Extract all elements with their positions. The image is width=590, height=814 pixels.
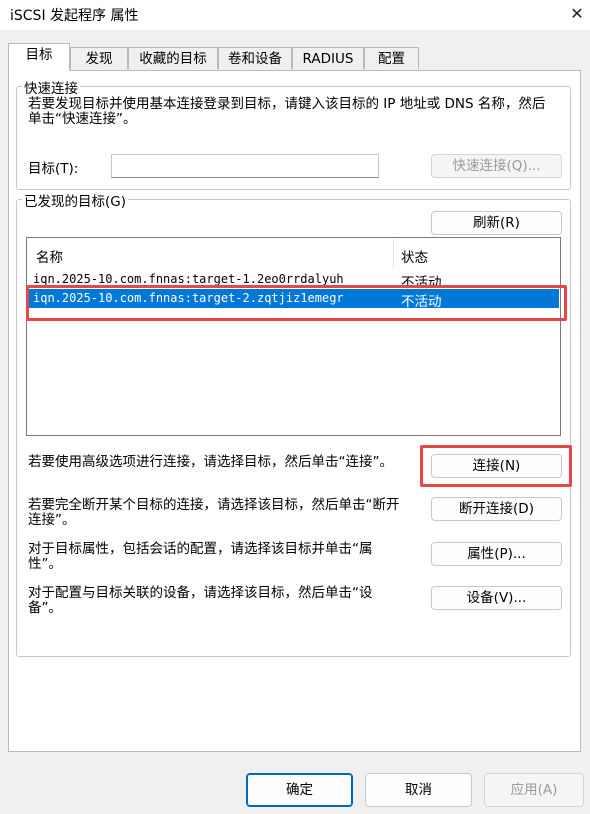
column-divider <box>393 239 394 267</box>
properties-button[interactable]: 属性(P)... <box>431 542 562 566</box>
ok-button[interactable]: 确定 <box>246 773 353 807</box>
connect-description: 若要使用高级选项进行连接，请选择目标，然后单击“连接”。 <box>28 454 393 470</box>
close-icon[interactable]: ✕ <box>566 3 588 25</box>
target-label: 目标(T): <box>28 161 79 177</box>
devices-description: 对于配置与目标关联的设备，请选择该目标，然后单击“设备”。 <box>28 585 373 616</box>
highlight-box-selected-row <box>26 285 567 321</box>
discovered-targets-legend: 已发现的目标(G) <box>22 190 128 210</box>
window-title: iSCSI 发起程序 属性 <box>10 8 139 24</box>
disconnect-button[interactable]: 断开连接(D) <box>431 497 562 521</box>
column-header-status[interactable]: 状态 <box>401 246 428 266</box>
quick-connect-button[interactable]: 快速连接(Q)... <box>431 154 562 178</box>
tab-targets[interactable]: 目标 <box>8 43 70 71</box>
target-input[interactable] <box>111 154 379 178</box>
quick-connect-description: 若要发现目标并使用基本连接登录到目标，请键入该目标的 IP 地址或 DNS 名称… <box>28 96 546 127</box>
tab-volumes-devices[interactable]: 卷和设备 <box>218 47 292 69</box>
cancel-button[interactable]: 取消 <box>365 773 472 807</box>
quick-connect-legend: 快速连接 <box>22 77 80 97</box>
target-name: iqn.2025-10.com.fnnas:target-1.2eo0rrdal… <box>33 272 344 286</box>
tab-favorite-targets[interactable]: 收藏的目标 <box>128 47 218 69</box>
apply-button[interactable]: 应用(A) <box>484 773 584 807</box>
properties-description: 对于目标属性，包括会话的配置，请选择该目标并单击“属性”。 <box>28 541 373 572</box>
disconnect-description: 若要完全断开某个目标的连接，请选择该目标，然后单击“断开连接”。 <box>28 497 400 528</box>
tab-radius[interactable]: RADIUS <box>292 47 364 69</box>
devices-button[interactable]: 设备(V)... <box>431 586 562 610</box>
targets-listview[interactable] <box>26 237 561 436</box>
highlight-box-connect <box>420 445 572 487</box>
column-header-name[interactable]: 名称 <box>36 246 63 266</box>
tab-configuration[interactable]: 配置 <box>364 47 419 69</box>
refresh-button[interactable]: 刷新(R) <box>431 211 562 235</box>
tab-discovery[interactable]: 发现 <box>70 47 128 69</box>
